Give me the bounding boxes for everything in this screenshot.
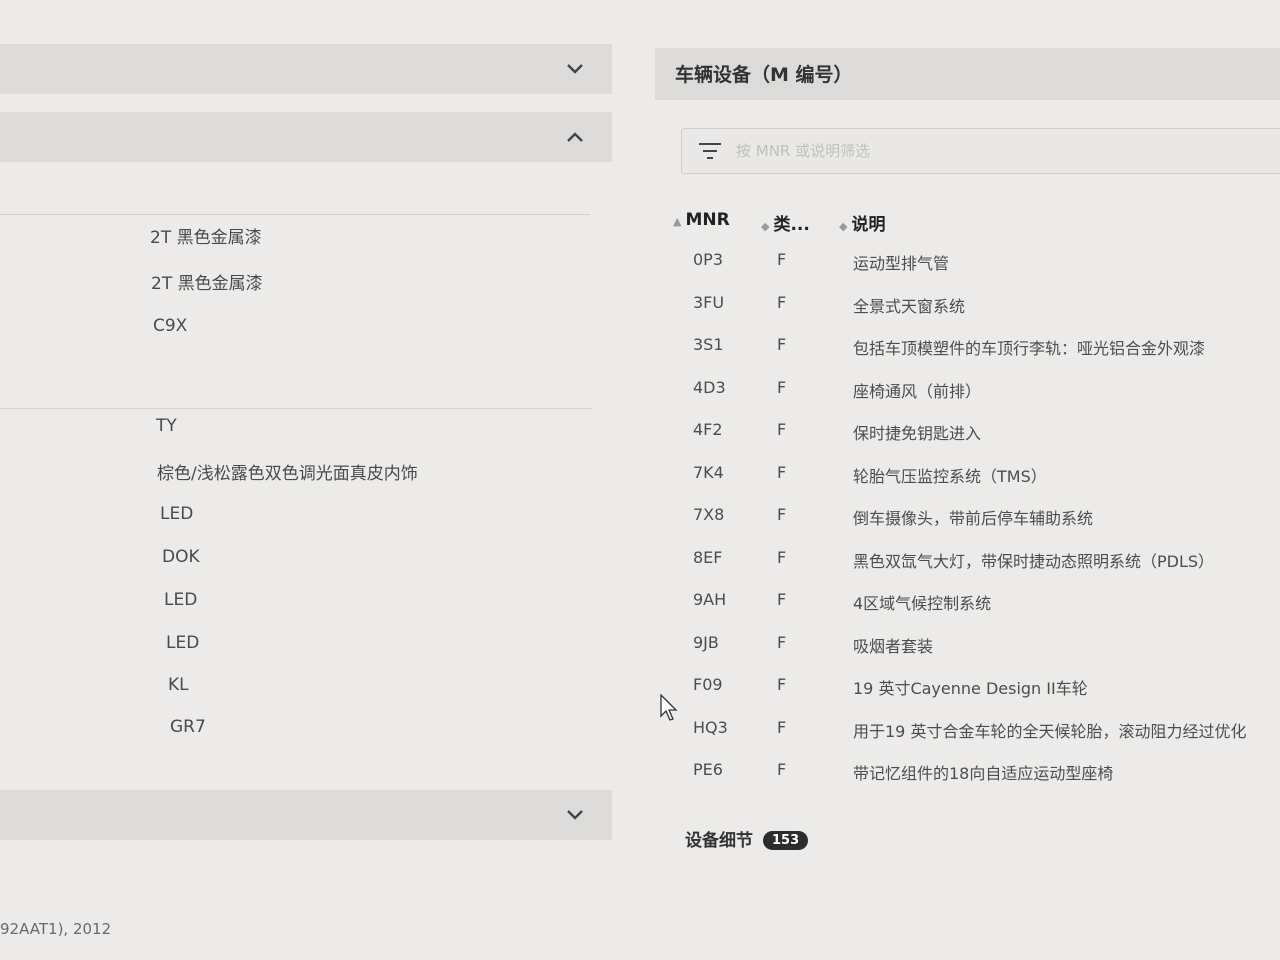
mouse-cursor-icon <box>660 694 678 721</box>
cell-type: F <box>777 633 787 652</box>
left-panel: 2T 黑色金属漆 2T 黑色金属漆 C9X TY 棕色/浅松露色双色调光面真皮内… <box>0 0 615 960</box>
value-item: DOK <box>162 547 200 567</box>
equipment-details[interactable]: 设备细节 153 <box>685 826 809 852</box>
cell-description: 吸烟者套装 <box>853 637 934 656</box>
value-interior: 棕色/浅松露色双色调光面真皮内饰 <box>157 464 418 484</box>
cell-description: 倒车摄像头，带前后停车辅助系统 <box>853 509 1094 528</box>
cell-mnr: 7K4 <box>693 463 724 482</box>
table-row[interactable]: 9AH F 4区域气候控制系统 <box>655 590 1280 630</box>
column-header-mnr[interactable]: ▲ MNR <box>673 210 730 230</box>
equipment-details-label: 设备细节 <box>685 831 753 851</box>
table-row[interactable]: F09 F 19 英寸Cayenne Design II车轮 <box>655 675 1280 715</box>
value-paint-1: 2T 黑色金属漆 <box>150 228 262 248</box>
table-row[interactable]: 9JB F 吸烟者套装 <box>655 633 1280 673</box>
expanded-section-header[interactable] <box>0 112 612 162</box>
cell-type: F <box>777 420 787 439</box>
filter-icon[interactable] <box>698 141 722 161</box>
sort-icon: ◆ <box>761 220 770 233</box>
table-row[interactable]: 3S1 F 包括车顶模塑件的车顶行李轨：哑光铝合金外观漆 <box>655 335 1280 375</box>
cell-description: 保时捷免钥匙进入 <box>853 424 982 443</box>
value-interior-code: TY <box>156 416 177 436</box>
cell-type: F <box>777 675 787 694</box>
cell-type: F <box>777 718 787 737</box>
sort-icon: ◆ <box>839 220 848 233</box>
cell-mnr: 8EF <box>693 548 723 567</box>
table-header: ▲ MNR ◆ 类... ◆ 说明 <box>655 210 1280 238</box>
table-row[interactable]: 4F2 F 保时捷免钥匙进入 <box>655 420 1280 460</box>
cell-type: F <box>777 548 787 567</box>
collapsed-section-header[interactable] <box>0 44 612 94</box>
table-row[interactable]: 7X8 F 倒车摄像头，带前后停车辅助系统 <box>655 505 1280 545</box>
cell-type: F <box>777 293 787 312</box>
column-label: 类... <box>773 215 810 235</box>
table-row[interactable]: 4D3 F 座椅通风（前排） <box>655 378 1280 418</box>
cell-description: 带记忆组件的18向自适应运动型座椅 <box>853 764 1114 783</box>
table-row[interactable]: 8EF F 黑色双氙气大灯，带保时捷动态照明系统（PDLS） <box>655 548 1280 588</box>
cell-type: F <box>777 505 787 524</box>
page-title: 车辆设备（M 编号） <box>675 64 853 86</box>
cell-type: F <box>777 250 787 269</box>
count-badge: 153 <box>763 831 809 850</box>
cell-type: F <box>777 378 787 397</box>
table-row[interactable]: 0P3 F 运动型排气管 <box>655 250 1280 290</box>
value-code: C9X <box>153 316 188 336</box>
value-item: LED <box>166 633 200 653</box>
value-paint-2: 2T 黑色金属漆 <box>151 274 263 294</box>
table-row[interactable]: 3FU F 全景式天窗系统 <box>655 293 1280 333</box>
footer-text: 92AAT1), 2012 <box>0 920 112 938</box>
cell-mnr: 0P3 <box>693 250 724 269</box>
value-item: LED <box>164 590 198 610</box>
cell-mnr: 3S1 <box>693 335 724 354</box>
sort-icon: ▲ <box>673 215 682 228</box>
column-label: MNR <box>685 210 730 230</box>
cell-description: 全景式天窗系统 <box>853 297 966 316</box>
cell-mnr: 9JB <box>693 633 719 652</box>
right-panel: 车辆设备（M 编号） ▲MNR ◆类... ◆说明 0P3F运动型排气管3FUF… <box>655 0 1280 960</box>
chevron-up-icon[interactable] <box>564 126 586 148</box>
cell-description: 4区域气候控制系统 <box>853 594 992 613</box>
divider <box>0 408 592 409</box>
collapsed-section-header[interactable] <box>0 790 612 840</box>
cell-mnr: 3FU <box>693 293 725 312</box>
cell-mnr: 9AH <box>693 590 727 609</box>
column-header-type[interactable]: ◆ 类... <box>761 210 810 235</box>
cell-description: 黑色双氙气大灯，带保时捷动态照明系统（PDLS） <box>853 552 1215 571</box>
cell-description: 轮胎气压监控系统（TMS） <box>853 467 1047 486</box>
value-item: GR7 <box>170 717 206 737</box>
cell-mnr: PE6 <box>693 760 723 779</box>
cell-description: 19 英寸Cayenne Design II车轮 <box>853 679 1088 698</box>
vehicle-equipment-header: 车辆设备（M 编号） <box>655 48 1280 100</box>
cell-description: 包括车顶模塑件的车顶行李轨：哑光铝合金外观漆 <box>853 339 1206 358</box>
value-item: LED <box>160 504 194 524</box>
table-row[interactable]: 7K4 F 轮胎气压监控系统（TMS） <box>655 463 1280 503</box>
cell-mnr: F09 <box>693 675 723 694</box>
cell-type: F <box>777 335 787 354</box>
screen: 2T 黑色金属漆 2T 黑色金属漆 C9X TY 棕色/浅松露色双色调光面真皮内… <box>0 0 1280 960</box>
cell-mnr: HQ3 <box>693 718 728 737</box>
table-row[interactable]: HQ3 F 用于19 英寸合金车轮的全天候轮胎，滚动阻力经过优化 <box>655 718 1280 758</box>
cell-description: 运动型排气管 <box>853 254 950 273</box>
cell-description: 用于19 英寸合金车轮的全天候轮胎，滚动阻力经过优化 <box>853 722 1247 741</box>
cell-type: F <box>777 760 787 779</box>
column-label: 说明 <box>851 215 886 235</box>
column-header-desc[interactable]: ◆ 说明 <box>839 210 885 235</box>
divider <box>0 214 590 215</box>
cell-mnr: 7X8 <box>693 505 725 524</box>
cell-type: F <box>777 463 787 482</box>
cell-mnr: 4F2 <box>693 420 723 439</box>
filter-input[interactable] <box>734 135 1278 167</box>
chevron-down-icon[interactable] <box>564 804 586 826</box>
value-item: KL <box>168 675 189 695</box>
chevron-down-icon[interactable] <box>564 58 586 80</box>
filter-field[interactable] <box>681 128 1280 174</box>
cell-mnr: 4D3 <box>693 378 726 397</box>
cell-type: F <box>777 590 787 609</box>
table-row[interactable]: PE6 F 带记忆组件的18向自适应运动型座椅 <box>655 760 1280 800</box>
cell-description: 座椅通风（前排） <box>853 382 982 401</box>
